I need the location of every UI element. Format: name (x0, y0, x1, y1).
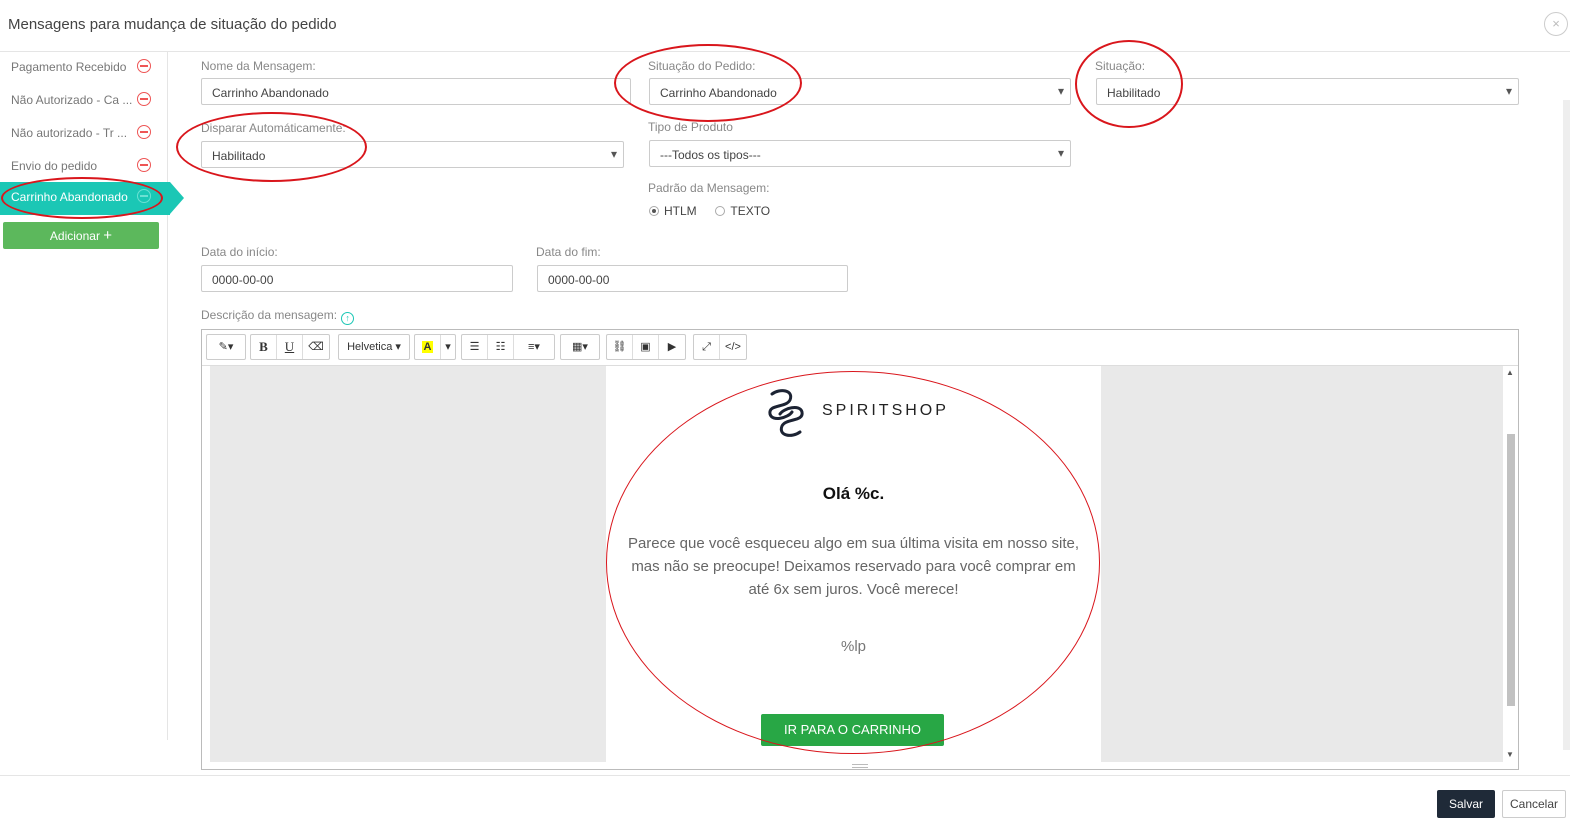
sidebar-item-label: Pagamento Recebido (11, 60, 127, 74)
font-family-dropdown[interactable]: Helvetica ▾ (339, 335, 409, 359)
toolbar-group-style: ✎▾ (206, 334, 246, 360)
remove-icon[interactable] (137, 59, 151, 73)
sidebar-item-nao-autorizado-ca[interactable]: Não Autorizado - Ca ... (0, 85, 168, 118)
padrao-label: Padrão da Mensagem: (648, 181, 770, 195)
ordered-list-icon[interactable]: ☷ (488, 335, 514, 359)
toolbar-group-table: ▦▾ (560, 334, 600, 360)
plus-icon: + (103, 227, 113, 244)
situacao-label: Situação: (1095, 59, 1146, 73)
toolbar-group-insert: ⛓ ▣ ▶ (606, 334, 686, 360)
toolbar-group-color: A ▾ (414, 334, 456, 360)
add-button[interactable]: Adicionar + (3, 222, 159, 249)
descricao-label-text: Descrição da mensagem: (201, 308, 338, 322)
scroll-thumb[interactable] (1507, 434, 1515, 706)
nome-input[interactable]: Carrinho Abandonado (201, 78, 631, 105)
situacao-pedido-label: Situação do Pedido: (648, 59, 756, 73)
modal: Mensagens para mudança de situação do pe… (0, 0, 1570, 825)
brand-logo: SPIRITSHOP (764, 388, 946, 438)
sidebar-item-envio-do-pedido[interactable]: Envio do pedido (0, 151, 168, 184)
situacao-select[interactable]: Habilitado (1096, 78, 1519, 105)
spiritshop-logo-icon (768, 389, 804, 437)
tipo-produto-label: Tipo de Produto (648, 120, 733, 134)
save-button[interactable]: Salvar (1437, 790, 1495, 818)
add-button-label: Adicionar (49, 229, 100, 243)
nome-label: Nome da Mensagem: (201, 59, 316, 73)
help-icon[interactable]: ↑ (341, 312, 355, 325)
tipo-produto-value: ---Todos os tipos--- (660, 148, 761, 162)
tipo-produto-select[interactable]: ---Todos os tipos--- (649, 140, 1071, 167)
email-placeholder: %lp (840, 638, 866, 655)
toolbar-group-paragraph: ☰ ☷ ≡▾ (461, 334, 555, 360)
disparar-value: Habilitado (212, 149, 266, 163)
radio-texto[interactable] (715, 206, 726, 216)
data-inicio-input[interactable]: 0000-00-00 (201, 265, 513, 292)
modal-footer: Salvar Cancelar (0, 775, 1570, 825)
remove-icon[interactable] (137, 125, 151, 139)
sidebar-item-label: Envio do pedido (11, 159, 98, 173)
unordered-list-icon[interactable]: ☰ (462, 335, 488, 359)
align-dropdown-icon[interactable]: ≡▾ (514, 335, 554, 359)
underline-button[interactable]: U (277, 335, 303, 359)
code-view-icon[interactable]: </> (720, 335, 746, 359)
table-icon[interactable]: ▦▾ (561, 335, 599, 359)
disparar-label: Disparar Automáticamente: (201, 121, 346, 135)
link-icon[interactable]: ⛓ (607, 335, 633, 359)
toolbar-group-view: ⤢ </> (693, 334, 747, 360)
editor-scrollbar[interactable]: ▲ ▼ (1504, 366, 1518, 762)
toolbar-group-font: Helvetica ▾ (338, 334, 410, 360)
fullscreen-icon[interactable]: ⤢ (694, 335, 720, 359)
scroll-down-icon[interactable]: ▼ (1506, 750, 1514, 759)
color-dropdown-icon[interactable]: ▾ (441, 335, 455, 359)
email-preview: SPIRITSHOP Olá %c. Parece que você esque… (606, 366, 1101, 762)
resize-handle-icon[interactable] (852, 764, 868, 768)
situacao-pedido-select[interactable]: Carrinho Abandonado (649, 78, 1071, 105)
editor-toolbar: ✎▾ B U ⌫ Helvetica ▾ A ▾ ☰ ☷ ≡▾ ▦▾ ⛓ ▣ ▶… (202, 330, 1518, 366)
cancel-button[interactable]: Cancelar (1502, 790, 1566, 818)
bold-button[interactable]: B (251, 335, 277, 359)
go-to-cart-button[interactable]: IR PARA O CARRINHO (761, 714, 944, 746)
page-scrollbar[interactable] (1563, 100, 1570, 750)
scroll-up-icon[interactable]: ▲ (1506, 368, 1514, 377)
video-icon[interactable]: ▶ (659, 335, 685, 359)
editor-content[interactable]: SPIRITSHOP Olá %c. Parece que você esque… (210, 366, 1503, 762)
remove-icon[interactable] (137, 189, 151, 203)
data-inicio-label: Data do início: (201, 245, 278, 259)
close-icon[interactable]: × (1544, 12, 1568, 36)
remove-icon[interactable] (137, 92, 151, 106)
email-greeting: Olá %c. (822, 484, 885, 503)
data-fim-label: Data do fim: (536, 245, 601, 259)
descricao-label: Descrição da mensagem: ↑ (201, 308, 355, 325)
remove-icon[interactable] (137, 158, 151, 172)
text-color-button[interactable]: A (415, 335, 441, 359)
brand-name: SPIRITSHOP (822, 402, 949, 419)
radio-htlm[interactable] (649, 206, 659, 216)
radio-htlm-label: HTLM (664, 204, 697, 218)
eraser-icon[interactable]: ⌫ (303, 335, 329, 359)
padrao-radio-group: HTLM TEXTO (649, 204, 770, 218)
sidebar-item-label: Não autorizado - Tr ... (11, 126, 128, 140)
sidebar-item-pagamento-recebido[interactable]: Pagamento Recebido (0, 52, 168, 85)
sidebar-item-nao-autorizado-tr[interactable]: Não autorizado - Tr ... (0, 118, 168, 151)
magic-wand-icon[interactable]: ✎▾ (207, 335, 245, 359)
text-color-icon: A (421, 341, 434, 353)
sidebar-item-label: Carrinho Abandonado (11, 190, 128, 204)
rich-text-editor: ✎▾ B U ⌫ Helvetica ▾ A ▾ ☰ ☷ ≡▾ ▦▾ ⛓ ▣ ▶… (201, 329, 1519, 770)
situacao-value: Habilitado (1107, 86, 1161, 100)
modal-header: Mensagens para mudança de situação do pe… (0, 0, 1570, 52)
disparar-select[interactable]: Habilitado (201, 141, 624, 168)
toolbar-group-font-style: B U ⌫ (250, 334, 330, 360)
radio-texto-label: TEXTO (730, 204, 771, 218)
situacao-pedido-value: Carrinho Abandonado (660, 86, 777, 100)
modal-title: Mensagens para mudança de situação do pe… (8, 16, 337, 33)
sidebar: Pagamento Recebido Não Autorizado - Ca .… (0, 52, 184, 740)
data-fim-input[interactable]: 0000-00-00 (537, 265, 848, 292)
image-icon[interactable]: ▣ (633, 335, 659, 359)
sidebar-item-carrinho-abandonado[interactable]: Carrinho Abandonado (0, 182, 184, 215)
sidebar-item-label: Não Autorizado - Ca ... (11, 93, 133, 107)
email-body: Parece que você esqueceu algo em sua últ… (627, 535, 1080, 598)
